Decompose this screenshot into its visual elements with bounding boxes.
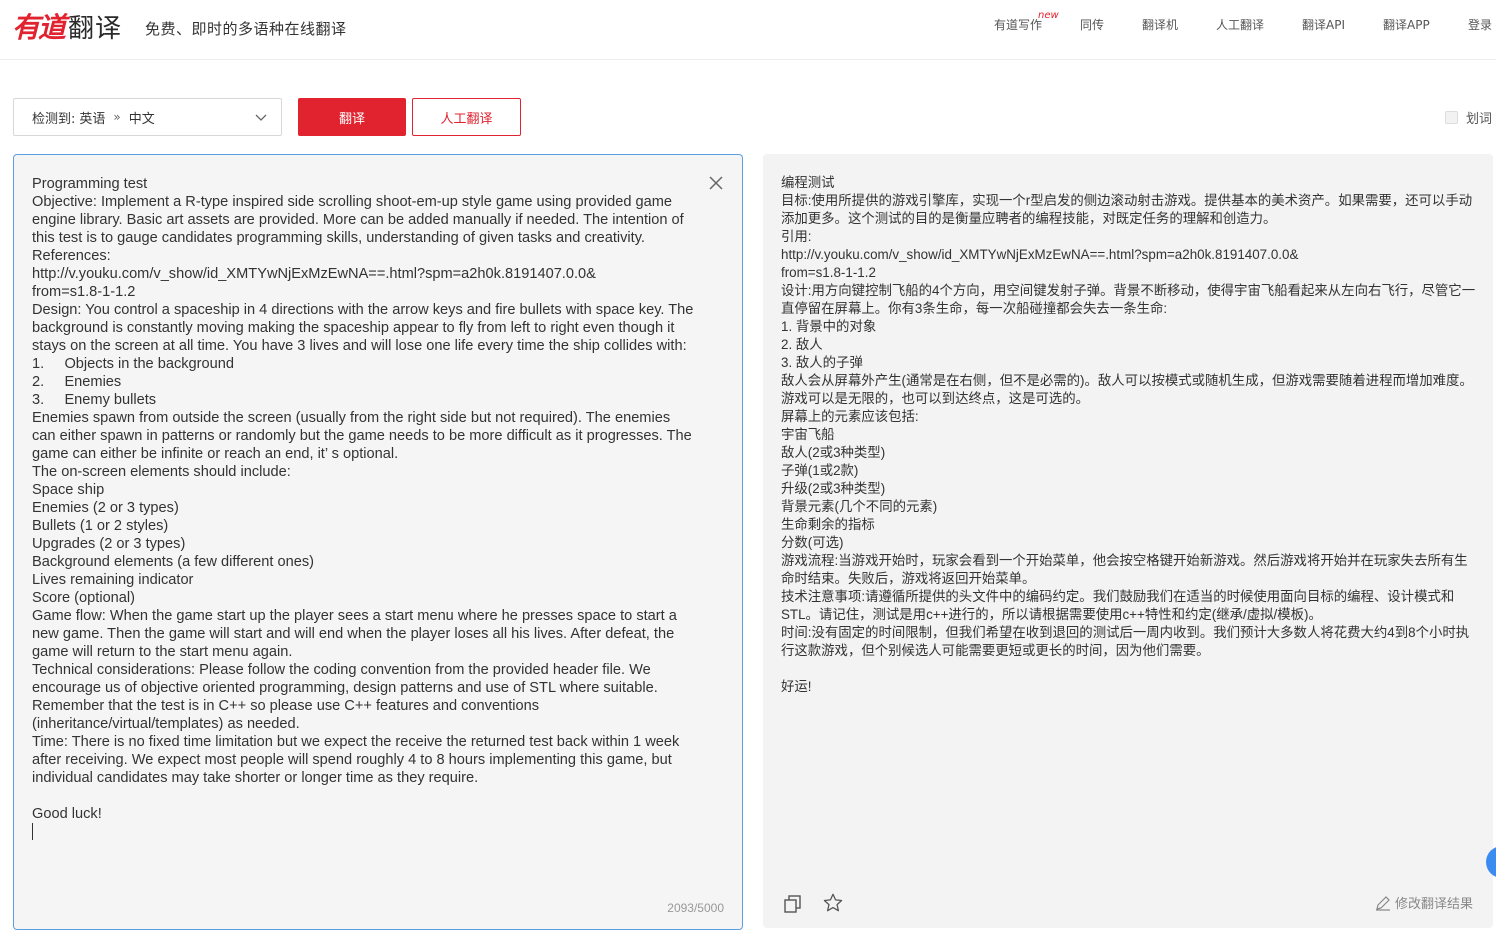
logo-fanyi-text: 翻译 bbox=[68, 13, 123, 44]
copy-icon[interactable] bbox=[783, 894, 803, 914]
logo-youdao-text: 有道 bbox=[12, 11, 66, 44]
star-icon[interactable] bbox=[822, 892, 844, 914]
source-textarea[interactable]: Programming test Objective: Implement a … bbox=[32, 175, 697, 841]
edit-translation-button[interactable]: 修改翻译结果 bbox=[1375, 893, 1473, 912]
huaci-checkbox[interactable] bbox=[1444, 111, 1458, 124]
close-icon[interactable] bbox=[708, 175, 724, 191]
nav-item-api[interactable]: 翻译API bbox=[1302, 16, 1345, 33]
nav-item-app[interactable]: 翻译APP bbox=[1383, 16, 1430, 33]
word-select-toggle[interactable]: 划词 bbox=[1444, 108, 1492, 127]
new-badge: new bbox=[1038, 10, 1059, 21]
nav-item-human-translation[interactable]: 人工翻译 bbox=[1216, 16, 1264, 33]
language-select[interactable]: 检测到: 英语 » 中文 bbox=[13, 98, 282, 136]
nav-item-login[interactable]: 登录 bbox=[1468, 16, 1492, 33]
nav-label: 有道写作 bbox=[994, 18, 1043, 32]
top-header: 有道 翻译 免费、即时的多语种在线翻译 有道写作 new 同传 翻译机 人工翻译… bbox=[0, 0, 1496, 60]
detected-label: 检测到: bbox=[32, 111, 76, 127]
translation-result-panel: 编程测试 目标:使用所提供的游戏引擎库，实现一个r型启发的侧边滚动射击游戏。提供… bbox=[763, 154, 1493, 928]
target-language: 中文 bbox=[128, 111, 155, 127]
youdao-logo[interactable]: 有道 翻译 bbox=[12, 6, 122, 46]
source-text-panel[interactable]: Programming test Objective: Implement a … bbox=[13, 154, 743, 930]
source-language: 英语 bbox=[79, 111, 106, 127]
text-cursor bbox=[32, 823, 33, 840]
edit-translation-label: 修改翻译结果 bbox=[1394, 897, 1473, 912]
source-text: Programming test Objective: Implement a … bbox=[32, 176, 694, 822]
chevron-down-icon bbox=[255, 114, 267, 121]
translation-text: 编程测试 目标:使用所提供的游戏引擎库，实现一个r型启发的侧边滚动射击游戏。提供… bbox=[781, 175, 1476, 694]
translate-button[interactable]: 翻译 bbox=[298, 98, 406, 136]
nav-item-simultaneous[interactable]: 同传 bbox=[1080, 16, 1104, 33]
human-translate-button[interactable]: 人工翻译 bbox=[412, 98, 521, 136]
char-count: 2093/5000 bbox=[667, 901, 724, 915]
nav-item-youdao-writing[interactable]: 有道写作 new bbox=[994, 10, 1059, 33]
huaci-label: 划词 bbox=[1465, 112, 1492, 127]
slogan: 免费、即时的多语种在线翻译 bbox=[145, 20, 347, 38]
nav-item-translator-device[interactable]: 翻译机 bbox=[1142, 16, 1178, 33]
pencil-icon bbox=[1375, 895, 1390, 911]
direction-arrow: » bbox=[113, 110, 121, 124]
